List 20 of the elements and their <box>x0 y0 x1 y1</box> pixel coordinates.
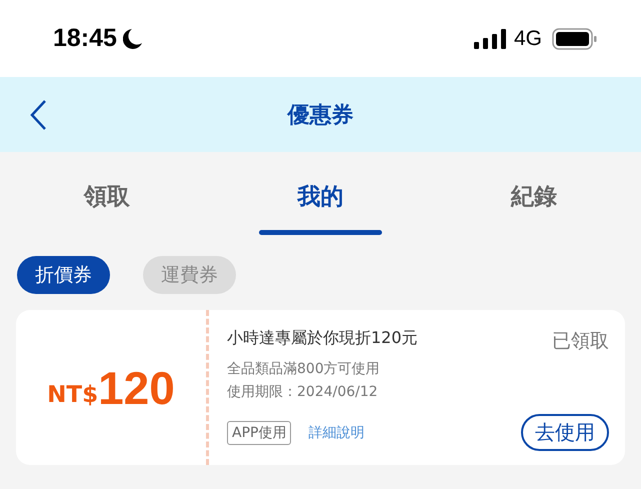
coupon-expiry: 使用期限：2024/06/12 <box>227 383 379 401</box>
signal-icon <box>474 28 506 48</box>
filter-chip[interactable]: 折價券 <box>17 256 110 294</box>
battery-icon <box>552 28 597 50</box>
network-label: 4G <box>514 26 542 50</box>
tab[interactable]: 我的 <box>214 152 428 240</box>
page-title: 優惠券 <box>288 102 354 130</box>
coupon-title: 小時達專屬於你現折120元 <box>227 328 418 349</box>
tab[interactable]: 領取 <box>0 152 214 240</box>
coupon-amount: 120 <box>98 360 175 414</box>
status-time: 18:45 <box>53 24 117 53</box>
moon-icon <box>122 28 143 50</box>
back-icon[interactable] <box>29 99 47 131</box>
details-link[interactable]: 詳細說明 <box>308 424 364 442</box>
currency-label: NT$ <box>47 382 98 408</box>
coupon-status: 已領取 <box>552 329 609 354</box>
coupon-condition: 全品類品滿800方可使用 <box>227 360 381 378</box>
coupon-tag: APP使用 <box>227 420 292 444</box>
tab[interactable]: 紀錄 <box>427 152 641 240</box>
use-button[interactable]: 去使用 <box>521 414 609 451</box>
